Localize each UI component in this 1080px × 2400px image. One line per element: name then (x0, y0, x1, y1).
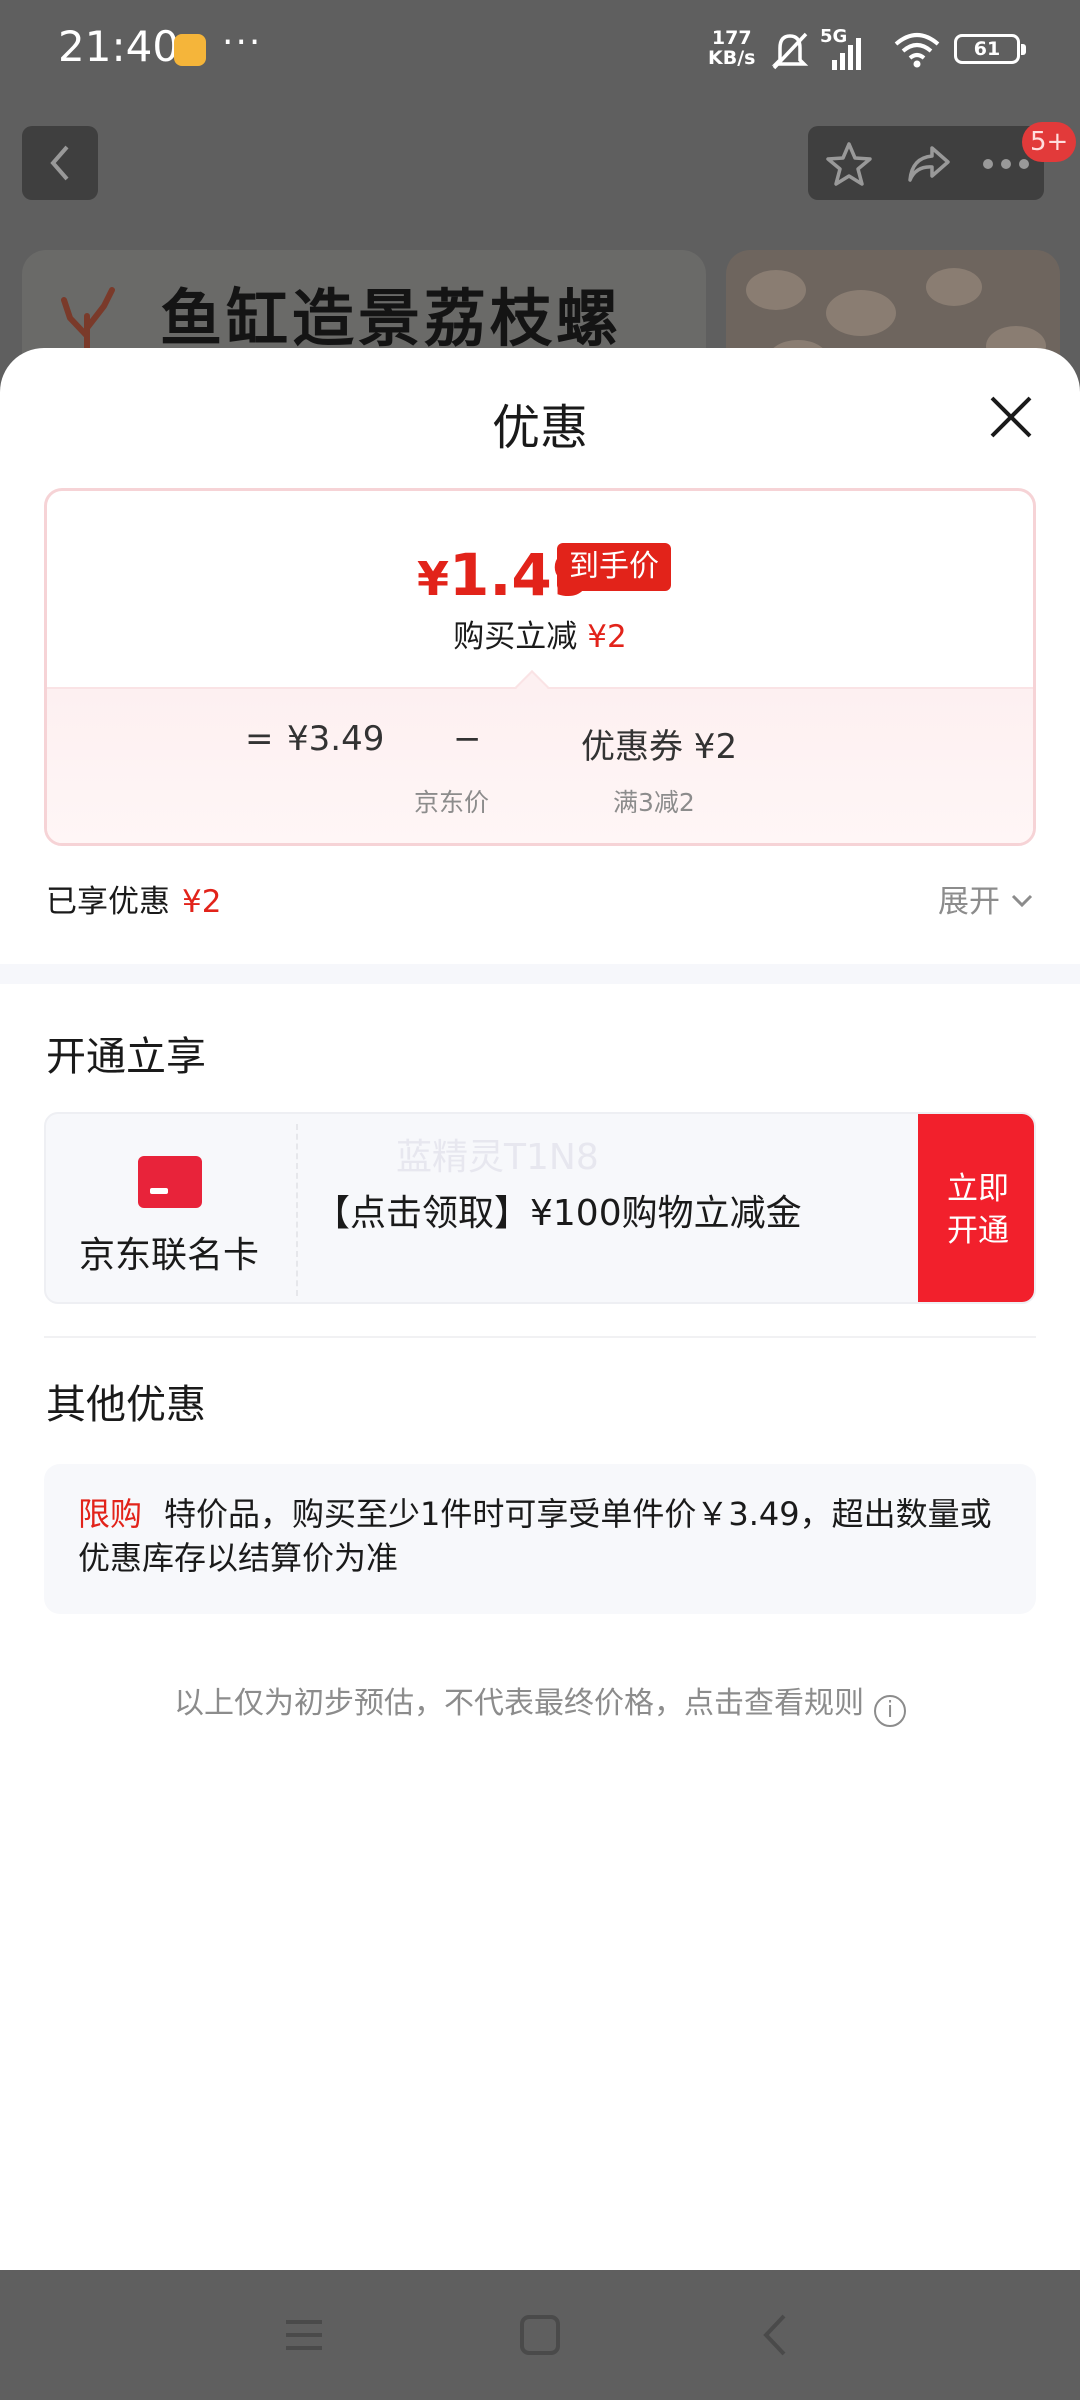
limit-tag: 限购 (78, 1495, 143, 1533)
expand-button[interactable]: 展开 (938, 876, 1000, 921)
share-icon[interactable] (904, 140, 954, 188)
card-benefit: 【点击领取】¥100购物立减金 (314, 1193, 802, 1234)
card-icon (138, 1156, 202, 1208)
status-more-icon: ··· (222, 22, 263, 63)
disclaimer-text: 以上仅为初步预估，不代表最终价格，点击查看规则 (174, 1686, 864, 1721)
network-speed-unit: KB/s (708, 47, 756, 69)
info-icon[interactable]: i (874, 1695, 906, 1727)
page-back-button[interactable] (22, 126, 98, 200)
status-bar: 21:40 ··· 177 KB/s 5G 61 (0, 0, 1080, 100)
card-name: 京东联名卡 (78, 1235, 259, 1276)
home-icon[interactable] (518, 2310, 562, 2360)
sheet-title: 优惠 (491, 400, 588, 456)
co-branded-card-offer[interactable]: 京东联名卡 蓝精灵T1N8 【点击领取】¥100购物立减金 立即 开通 (44, 1112, 1036, 1304)
enjoyed-label: 已享优惠 (46, 884, 170, 920)
final-price-tag: 到手价 (557, 543, 671, 591)
status-time: 21:40 (58, 22, 180, 71)
discount-sheet: 优惠 ¥1.49 到手价 购买立减 ¥2 = ¥3.49 − 优惠券 ¥2 京东价… (0, 348, 1080, 2270)
enjoyed-amount: ¥2 (182, 884, 222, 920)
message-badge: 5+ (1022, 122, 1077, 162)
open-now-line2: 开通 (947, 1213, 1009, 1249)
battery-indicator: 61 (954, 34, 1026, 64)
other-section-title: 其他优惠 (46, 1382, 206, 1428)
price-formula: = ¥3.49 − 优惠券 ¥2 (47, 719, 1033, 769)
purchase-limit-notice: 限购 特价品，购买至少1件时可享受单件价￥3.49，超出数量或优惠库存以结算价为准 (44, 1464, 1036, 1614)
formula-minus: − (453, 719, 482, 759)
price-disclaimer[interactable]: 以上仅为初步预估，不代表最终价格，点击查看规则 i (0, 1678, 1080, 1727)
open-now-line1: 立即 (947, 1171, 1009, 1207)
jd-price-label: 京东价 (414, 788, 490, 817)
formula-jd-price: ¥3.49 (287, 719, 385, 759)
section-divider (0, 964, 1080, 984)
shell-image (926, 268, 982, 306)
banner-title: 鱼缸造景荔枝螺 (160, 282, 623, 355)
offer-divider (296, 1124, 298, 1296)
top-actions (808, 126, 1044, 200)
close-icon[interactable] (986, 392, 1036, 442)
watermark-text: 蓝精灵T1N8 (396, 1137, 599, 1178)
system-nav-bar (0, 2270, 1080, 2400)
enjoyed-discount: 已享优惠 ¥2 (46, 876, 221, 921)
coupon-condition: 满3减2 (613, 788, 695, 817)
section-separator (44, 1336, 1036, 1338)
final-price-symbol: ¥ (417, 552, 450, 606)
shell-image (746, 270, 806, 310)
price-breakdown-card: ¥1.49 到手价 购买立减 ¥2 = ¥3.49 − 优惠券 ¥2 京东价 满3… (44, 488, 1036, 846)
instant-cut: 购买立减 ¥2 (47, 611, 1033, 656)
chevron-down-icon[interactable] (1010, 888, 1034, 912)
open-section-title: 开通立享 (46, 1034, 206, 1080)
open-now-button[interactable]: 立即 开通 (918, 1114, 1034, 1302)
mute-icon (771, 32, 809, 70)
more-icon[interactable] (982, 158, 1030, 170)
star-icon[interactable] (824, 140, 874, 188)
nav-back-icon[interactable] (760, 2310, 790, 2360)
limit-text: 特价品，购买至少1件时可享受单件价￥3.49，超出数量或优惠库存以结算价为准 (78, 1495, 992, 1577)
back-icon (50, 145, 69, 181)
shell-image (826, 290, 896, 336)
formula-equals: = (245, 719, 274, 759)
product-page-background: 5+ 鱼缸造景荔枝螺 (0, 100, 1080, 410)
formula-coupon: 优惠券 ¥2 (581, 727, 738, 767)
wifi-icon (894, 33, 940, 68)
network-speed-value: 177 (711, 27, 752, 49)
app-notification-icon (174, 34, 206, 66)
network-speed: 177 KB/s (708, 28, 755, 68)
menu-icon[interactable] (284, 2310, 324, 2360)
instant-cut-amount: ¥2 (587, 619, 627, 655)
instant-cut-label: 购买立减 (453, 619, 578, 655)
